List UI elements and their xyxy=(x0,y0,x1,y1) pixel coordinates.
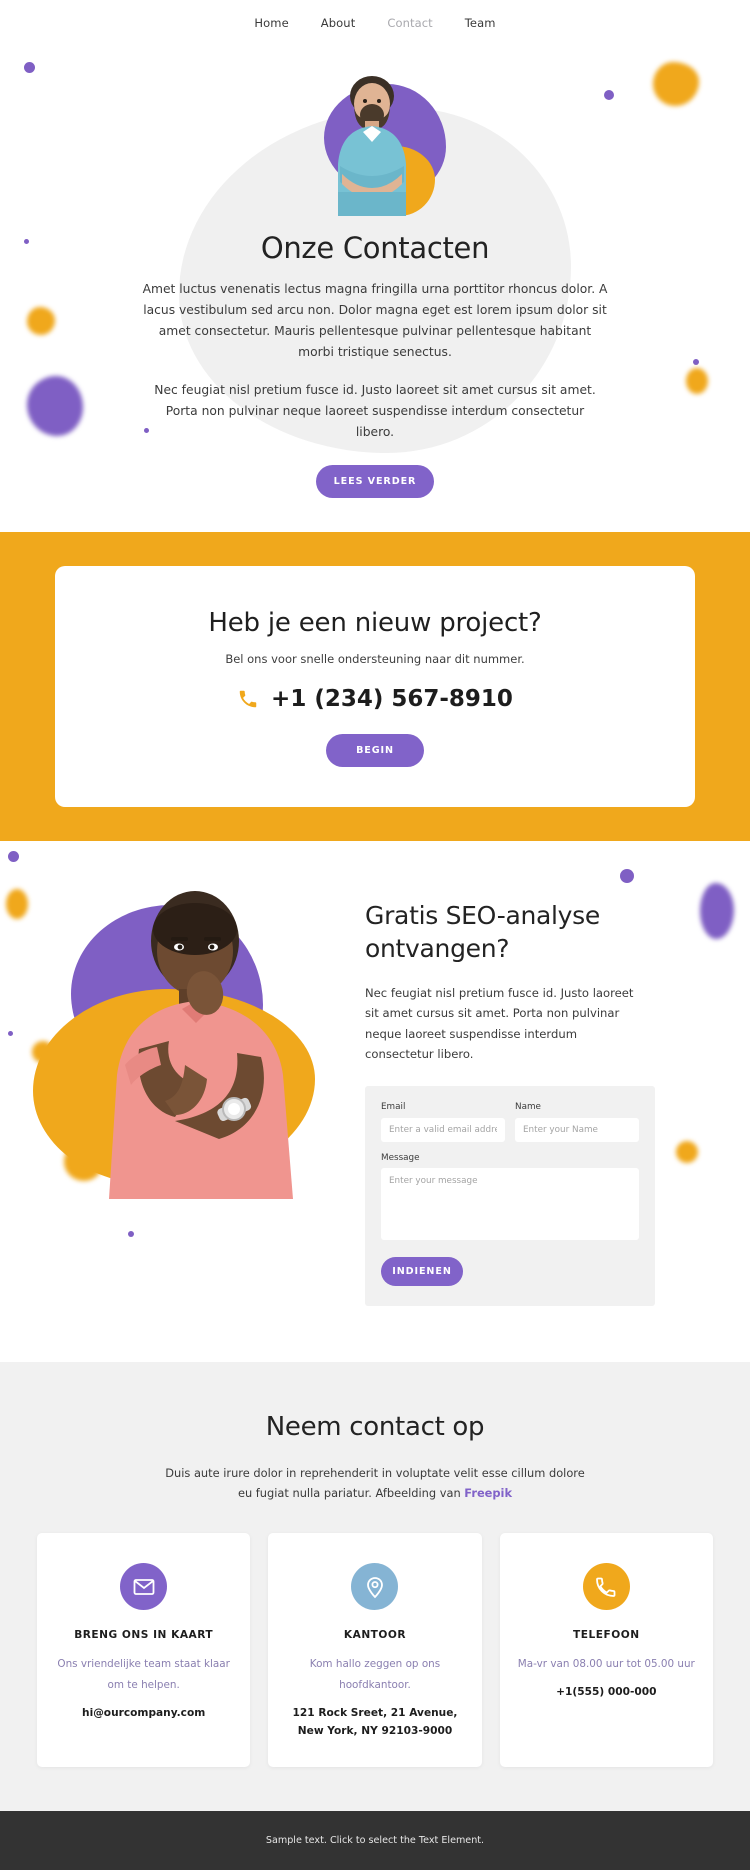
contact-subtitle-text: Duis aute irure dolor in reprehenderit i… xyxy=(165,1466,585,1500)
decor-dot-purple-left xyxy=(24,62,35,73)
email-input[interactable] xyxy=(381,1118,505,1143)
contact-card-value[interactable]: +1(555) 000-000 xyxy=(518,1683,695,1702)
cta-phone-number[interactable]: +1 (234) 567-8910 xyxy=(271,686,513,712)
hero-content: Onze Contacten Amet luctus venenatis lec… xyxy=(0,74,750,498)
seo-person-photo xyxy=(65,889,345,1199)
nav-item-contact[interactable]: Contact xyxy=(387,16,432,30)
hero-section: Onze Contacten Amet luctus venenatis lec… xyxy=(0,46,750,532)
name-label: Name xyxy=(515,1102,541,1113)
contact-card-value[interactable]: hi@ourcompany.com xyxy=(55,1704,232,1723)
contact-card-desc: Ma-vr van 08.00 uur tot 05.00 uur xyxy=(517,1658,695,1671)
map-pin-icon xyxy=(351,1563,399,1611)
contact-card-office[interactable]: KANTOOR Kom hallo zeggen op ons hoofdkan… xyxy=(268,1533,482,1767)
phone-icon xyxy=(237,688,259,710)
nav-item-team[interactable]: Team xyxy=(465,16,496,30)
page-root: Home About Contact Team Onze Contacten A… xyxy=(0,0,750,1870)
seo-paragraph: Nec feugiat nisl pretium fusce id. Justo… xyxy=(365,985,634,1061)
hero-button-wrap: LEES VERDER xyxy=(0,464,750,498)
read-more-button[interactable]: LEES VERDER xyxy=(316,464,434,498)
hero-paragraph-2: Nec feugiat nisl pretium fusce id. Justo… xyxy=(154,382,596,439)
hero-person-photo xyxy=(318,74,426,216)
contact-section: Neem contact op Duis aute irure dolor in… xyxy=(0,1362,750,1811)
seo-section: Gratis SEO-analyse ontvangen? Nec feugia… xyxy=(0,840,750,1363)
cta-button-wrap: BEGIN xyxy=(75,733,675,767)
hero-title: Onze Contacten xyxy=(260,231,490,265)
message-label: Message xyxy=(381,1153,420,1164)
contact-title: Neem contact op xyxy=(265,1412,485,1443)
contact-cards: BRENG ONS IN KAART Ons vriendelijke team… xyxy=(37,1533,713,1767)
decor-dot-seo-small-left xyxy=(8,1030,13,1036)
phone-icon xyxy=(582,1563,630,1611)
page-footer: Sample text. Click to select the Text El… xyxy=(0,1810,750,1870)
begin-button[interactable]: BEGIN xyxy=(326,733,424,767)
contact-subtitle: Duis aute irure dolor in reprehenderit i… xyxy=(165,1464,585,1503)
seo-contact-form: Email Name Message INDIENEN xyxy=(365,1086,655,1307)
cta-section: Heb je een nieuw project? Bel ons voor s… xyxy=(0,531,750,841)
freepik-link[interactable]: Freepik xyxy=(464,1486,512,1500)
contact-card-email[interactable]: BRENG ONS IN KAART Ons vriendelijke team… xyxy=(37,1533,251,1767)
contact-card-title: KANTOOR xyxy=(343,1629,407,1642)
contact-card-phone[interactable]: TELEFOON Ma-vr van 08.00 uur tot 05.00 u… xyxy=(499,1533,713,1767)
decor-dot-purple-seo-left xyxy=(8,850,19,862)
cta-title: Heb je een nieuw project? xyxy=(208,607,542,638)
cta-subtitle: Bel ons voor snelle ondersteuning naar d… xyxy=(225,651,525,666)
hero-paragraph-1: Amet luctus venenatis lectus magna fring… xyxy=(142,282,608,360)
seo-image-column xyxy=(25,881,365,1211)
email-label: Email xyxy=(381,1102,406,1113)
envelope-icon xyxy=(120,1563,168,1611)
seo-row: Gratis SEO-analyse ontvangen? Nec feugia… xyxy=(25,881,725,1307)
form-row-email-name: Email Name xyxy=(381,1102,639,1143)
form-group-name: Name xyxy=(515,1102,639,1143)
contact-card-value[interactable]: 121 Rock Sreet, 21 Avenue, New York, NY … xyxy=(286,1704,463,1741)
footer-text: Sample text. Click to select the Text El… xyxy=(265,1834,485,1846)
contact-card-desc: Kom hallo zeggen op ons hoofdkantoor. xyxy=(309,1658,441,1692)
name-input[interactable] xyxy=(515,1118,639,1143)
nav-item-home[interactable]: Home xyxy=(254,16,288,30)
cta-card: Heb je een nieuw project? Bel ons voor s… xyxy=(55,565,695,807)
contact-card-title: TELEFOON xyxy=(573,1629,640,1642)
seo-text-column: Gratis SEO-analyse ontvangen? Nec feugia… xyxy=(365,881,725,1307)
form-group-message: Message xyxy=(381,1153,639,1244)
form-group-email: Email xyxy=(381,1102,505,1143)
contact-card-title: BRENG ONS IN KAART xyxy=(74,1629,214,1642)
hero-portrait xyxy=(300,74,450,219)
main-navigation: Home About Contact Team xyxy=(0,0,750,46)
submit-button[interactable]: INDIENEN xyxy=(381,1257,463,1287)
message-textarea[interactable] xyxy=(381,1168,639,1241)
seo-title: Gratis SEO-analyse ontvangen? xyxy=(365,900,600,963)
nav-item-about[interactable]: About xyxy=(321,16,356,30)
contact-card-desc: Ons vriendelijke team staat klaar om te … xyxy=(57,1658,230,1692)
cta-phone-row: +1 (234) 567-8910 xyxy=(75,686,675,712)
